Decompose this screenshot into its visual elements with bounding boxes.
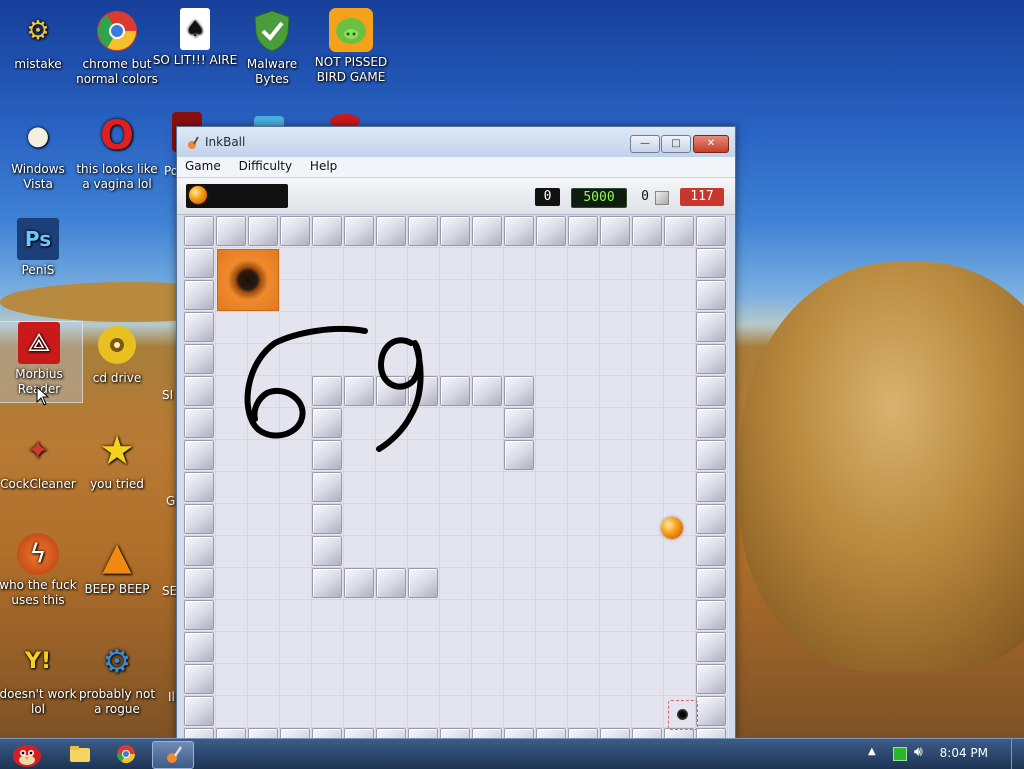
desktop-icon-malwarebytes[interactable]: Malware Bytes — [229, 8, 315, 87]
clock[interactable]: 8:04 PM — [940, 746, 988, 760]
minimize-button[interactable]: — — [630, 135, 660, 153]
partial-label: Il — [168, 690, 175, 704]
desktop-icon-label: chrome but normal colors — [76, 57, 158, 86]
window-title: InkBall — [205, 135, 246, 149]
tray-status-icon[interactable] — [893, 747, 907, 761]
desktop-icon-label: Malware Bytes — [246, 57, 298, 86]
balls-left-counter: 0 — [535, 188, 560, 206]
score-counter: 5000 — [571, 188, 627, 208]
desktop-icon-penis[interactable]: Ps PeniS — [0, 218, 81, 278]
flash-icon: ϟ — [17, 533, 59, 575]
show-desktop-button[interactable] — [1011, 739, 1024, 769]
partial-label: SI — [162, 388, 174, 402]
taskbar-inkball-button[interactable] — [152, 741, 194, 769]
vlc-icon: ▲ — [102, 533, 132, 578]
desktop-icon-label: Windows Vista — [11, 162, 65, 191]
inkball-app-icon — [185, 135, 199, 149]
desktop-icon-label: this looks like a vagina lol — [76, 162, 158, 191]
haybale — [740, 262, 1024, 672]
inkball-window[interactable]: InkBall — □ ✕ Game Difficulty Help 0 500… — [176, 126, 736, 738]
desktop-icon-opera[interactable]: O this looks like a vagina lol — [74, 113, 160, 192]
desktop-icon-cd-drive[interactable]: cd drive — [74, 322, 160, 386]
taskbar-explorer-button[interactable] — [60, 741, 100, 767]
block-indicator-icon — [655, 191, 669, 205]
game-board[interactable] — [183, 215, 729, 738]
menu-difficulty[interactable]: Difficulty — [231, 157, 299, 173]
menu-game[interactable]: Game — [177, 157, 227, 173]
taskbar-chrome-button[interactable] — [106, 741, 146, 767]
show-hidden-icons-arrow-icon[interactable]: ▲ — [868, 746, 876, 757]
desktop-icon-you-tried[interactable]: ★ you tried — [74, 428, 160, 492]
desktop-icon-label: NOT PISSED BIRD GAME — [314, 55, 388, 84]
mistake-icon: ⚙ — [26, 15, 50, 46]
desktop-icon-windows-vista[interactable]: ● Windows Vista — [0, 113, 81, 192]
bad-piggies-icon — [329, 8, 373, 52]
queued-ball — [189, 186, 207, 204]
timer-counter: 117 — [680, 188, 724, 206]
close-button[interactable]: ✕ — [693, 135, 729, 153]
desktop-icon-cockcleaner[interactable]: ✦ CockCleaner — [0, 428, 81, 492]
yahoo-messenger-icon: Y! — [25, 648, 51, 674]
desktop-icon-label: CockCleaner — [0, 477, 76, 491]
partial-label: G — [166, 494, 176, 508]
desktop-icon-beep-beep[interactable]: ▲ BEEP BEEP — [74, 533, 160, 597]
desktop-icon-mistake[interactable]: ⚙ mistake — [0, 8, 81, 72]
menu-bar: Game Difficulty Help — [177, 157, 735, 178]
egg-icon: ● — [26, 120, 50, 151]
desktop-icon-probably-not-a-rogue[interactable]: ⚙ probably not a rogue — [74, 638, 160, 717]
cd-drive-icon — [94, 322, 140, 368]
settings-app-icon: ⚙ — [102, 641, 132, 680]
chrome-icon — [94, 8, 140, 54]
desktop-icon-label: doesn't work lol — [0, 687, 77, 716]
desktop-icon-label: PeniS — [21, 263, 55, 277]
ball-queue — [186, 184, 288, 208]
maximize-button[interactable]: □ — [661, 135, 691, 153]
cleaner-icon: ✦ — [27, 435, 49, 466]
desktop-icon-label: BEEP BEEP — [84, 582, 150, 596]
opera-icon: O — [99, 112, 134, 159]
desktop-icon-label: cd drive — [92, 371, 142, 385]
folder-icon — [70, 746, 90, 762]
desktop: ⚙ mistake ● Windows Vista Ps PeniS ⟁ Mor… — [0, 0, 1024, 738]
volume-icon[interactable]: 🔊︎ — [914, 744, 923, 760]
menu-help[interactable]: Help — [302, 157, 343, 173]
start-button[interactable] — [4, 741, 50, 767]
ink-drawing — [244, 325, 424, 452]
desktop-icon-solitaire[interactable]: ♠ SO LIT!!! AIRE — [152, 8, 238, 68]
desktop-icon-bird-game[interactable]: NOT PISSED BIRD GAME — [308, 8, 394, 85]
game-hud: 0 5000 0 117 — [177, 178, 735, 215]
chrome-icon — [117, 745, 135, 764]
angry-bird-start-icon — [13, 745, 41, 767]
desktop-icon-who-uses-this[interactable]: ϟ who the fuck uses this — [0, 533, 81, 608]
desktop-icon-label: you tried — [90, 477, 144, 491]
desktop-icon-label: probably not a rogue — [78, 687, 156, 716]
desktop-icon-chrome[interactable]: chrome but normal colors — [74, 8, 160, 87]
captured-counter: 0 — [641, 189, 649, 204]
desktop-icon-doesnt-work[interactable]: Y! doesn't work lol — [0, 638, 81, 717]
desktop-icon-label: SO LIT!!! AIRE — [152, 53, 238, 67]
desktop-icon-label: who the fuck uses this — [0, 578, 77, 607]
desktop-icon-label: mistake — [14, 57, 62, 71]
title-bar[interactable]: InkBall — □ ✕ — [177, 127, 735, 157]
star-icon: ★ — [99, 427, 135, 474]
photoshop-icon: Ps — [17, 218, 59, 260]
pdf-reader-icon: ⟁ — [18, 322, 60, 364]
mouse-cursor-icon — [36, 386, 50, 406]
taskbar: ▲ 🔊︎ 8:04 PM — [0, 738, 1024, 769]
shield-icon — [249, 8, 295, 54]
inkball-icon — [167, 746, 183, 763]
cards-icon: ♠ — [180, 8, 210, 50]
partial-label: SE — [162, 584, 178, 598]
